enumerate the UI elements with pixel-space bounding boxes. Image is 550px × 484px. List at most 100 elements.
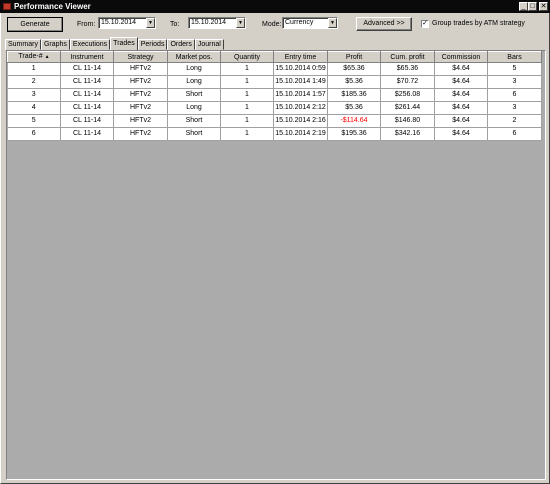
column-header-label: Commission	[441, 53, 481, 61]
mode-select[interactable]: Currency ▼	[282, 17, 338, 29]
table-cell: HFTv2	[113, 62, 168, 76]
group-trades-checkbox[interactable]: ✓	[421, 20, 429, 28]
table-cell: Long	[167, 62, 221, 76]
from-date-picker[interactable]: 15.10.2014 ▼	[98, 17, 156, 29]
table-row[interactable]: 6 CL 11-14 HFTv2 Short 1 15.10.2014 2:19 $195.…	[7, 127, 542, 141]
table-cell: CL 11-14	[60, 62, 114, 76]
table-header-row: Trade-# ▲ Instrument Strategy Market pos. Qua…	[7, 51, 542, 63]
to-date-picker[interactable]: 15.10.2014 ▼	[188, 17, 246, 29]
table-cell: 1	[220, 88, 274, 102]
table-cell: CL 11-14	[60, 75, 114, 89]
maximize-button[interactable]: □	[528, 2, 537, 11]
table-cell: 15.10.2014 2:16	[273, 114, 328, 128]
tab-journal[interactable]: Journal	[194, 39, 224, 50]
column-header[interactable]: Strategy	[113, 51, 168, 63]
column-header[interactable]: Commission	[434, 51, 488, 63]
table-cell: HFTv2	[113, 75, 168, 89]
sort-ascending-icon: ▲	[44, 54, 50, 60]
table-cell: 15.10.2014 1:49	[273, 75, 328, 89]
table-cell: CL 11-14	[60, 114, 114, 128]
table-cell: $195.36	[327, 127, 381, 141]
tab-graphs[interactable]: Graphs	[40, 39, 70, 50]
mode-value: Currency	[285, 19, 314, 26]
title-bar: Performance Viewer _ □ ✕	[0, 0, 550, 13]
column-header[interactable]: Trade-# ▲	[7, 51, 61, 63]
column-header-label: Bars	[507, 53, 522, 61]
table-cell: HFTv2	[113, 101, 168, 115]
table-cell: Long	[167, 75, 221, 89]
table-row[interactable]: 1 CL 11-14 HFTv2 Long 1 15.10.2014 0:59 $65.36…	[7, 62, 542, 76]
table-cell: $4.64	[434, 62, 488, 76]
minimize-button[interactable]: _	[519, 2, 528, 11]
column-header[interactable]: Quantity	[220, 51, 274, 63]
tab-executions[interactable]: Executions	[69, 39, 111, 50]
column-header[interactable]: Instrument	[60, 51, 114, 63]
table-cell: $65.36	[380, 62, 435, 76]
column-header-label: Trade-#	[18, 53, 43, 60]
table-cell: $4.64	[434, 101, 488, 115]
column-header-label: Instrument	[70, 53, 104, 61]
tab-periods[interactable]: Periods	[137, 39, 168, 50]
table-cell: 1	[220, 127, 274, 141]
from-label: From:	[77, 21, 96, 28]
table-cell: Short	[167, 127, 221, 141]
column-header[interactable]: Bars	[487, 51, 542, 63]
table-cell: Short	[167, 88, 221, 102]
table-cell: CL 11-14	[60, 127, 114, 141]
table-row[interactable]: 3 CL 11-14 HFTv2 Short 1 15.10.2014 1:57 $185.…	[7, 88, 542, 102]
tab-summary[interactable]: Summary	[5, 39, 41, 50]
column-header[interactable]: Cum. profit	[380, 51, 435, 63]
table-cell: $185.36	[327, 88, 381, 102]
table-cell: 1	[220, 75, 274, 89]
chevron-down-icon[interactable]: ▼	[236, 18, 245, 28]
table-cell: $5.36	[327, 75, 381, 89]
table-cell: $65.36	[327, 62, 381, 76]
close-button[interactable]: ✕	[539, 2, 548, 11]
table-cell: HFTv2	[113, 114, 168, 128]
table-cell: CL 11-14	[60, 101, 114, 115]
column-header-label: Entry time	[284, 53, 317, 61]
chevron-down-icon[interactable]: ▼	[328, 18, 337, 28]
table-cell: $4.64	[434, 75, 488, 89]
table-cell: 2	[487, 114, 542, 128]
table-cell: 1	[220, 114, 274, 128]
app-icon	[3, 3, 11, 10]
window-body: Generate From: 15.10.2014 ▼ To: 15.10.20…	[0, 13, 550, 484]
table-cell: 1	[220, 62, 274, 76]
generate-button[interactable]: Generate	[7, 17, 63, 32]
advanced-button[interactable]: Advanced >>	[356, 17, 412, 31]
column-header[interactable]: Market pos.	[167, 51, 221, 63]
table-cell: $342.16	[380, 127, 435, 141]
table-cell: 15.10.2014 2:12	[273, 101, 328, 115]
table-cell: HFTv2	[113, 88, 168, 102]
table-cell: $70.72	[380, 75, 435, 89]
column-header[interactable]: Entry time	[273, 51, 328, 63]
table-cell: Long	[167, 101, 221, 115]
column-header-label: Quantity	[233, 53, 261, 61]
table-cell: 15.10.2014 2:19	[273, 127, 328, 141]
table-row[interactable]: 5 CL 11-14 HFTv2 Short 1 15.10.2014 2:16 -$114…	[7, 114, 542, 128]
group-trades-label: Group trades by ATM strategy	[432, 20, 525, 27]
table-cell: 1	[7, 62, 61, 76]
from-date-value: 15.10.2014	[101, 19, 137, 26]
table-row[interactable]: 4 CL 11-14 HFTv2 Long 1 15.10.2014 2:12 $5.36 $…	[7, 101, 542, 115]
column-header[interactable]: Profit	[327, 51, 381, 63]
tab-trades[interactable]: Trades	[110, 37, 138, 50]
trades-grid: Trade-# ▲ Instrument Strategy Market pos. Qua…	[6, 50, 546, 480]
to-date-value: 15.10.2014	[191, 19, 227, 26]
to-label: To:	[170, 21, 180, 28]
table-cell: -$114.64	[327, 114, 381, 128]
tab-orders[interactable]: Orders	[167, 39, 195, 50]
table-cell: $5.36	[327, 101, 381, 115]
table-cell: $146.80	[380, 114, 435, 128]
column-header-label: Profit	[345, 53, 363, 61]
table-row[interactable]: 2 CL 11-14 HFTv2 Long 1 15.10.2014 1:49 $5.36 $…	[7, 75, 542, 89]
table-cell: CL 11-14	[60, 88, 114, 102]
mode-label: Mode:	[262, 21, 282, 28]
tab-strip: Summary Graphs Executions Trades Periods Orde…	[5, 37, 224, 50]
table-cell: 6	[487, 127, 542, 141]
table-cell: $4.64	[434, 127, 488, 141]
chevron-down-icon[interactable]: ▼	[146, 18, 155, 28]
trades-table: Trade-# ▲ Instrument Strategy Market pos. Qua…	[7, 51, 542, 141]
table-cell: 5	[487, 62, 542, 76]
